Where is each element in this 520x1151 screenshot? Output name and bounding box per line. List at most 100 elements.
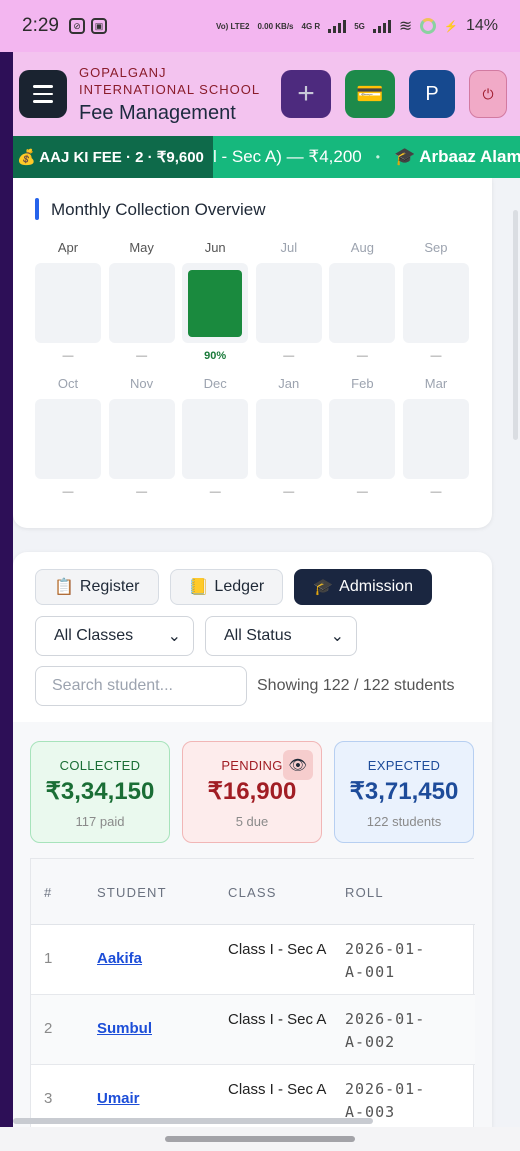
status-bar: 2:29 ⊘ ▣ Vo) LTE2 0.00 KB/s 4G R 5G ≋ ⚡ …	[0, 0, 520, 52]
tab-ledger[interactable]: 📒 Ledger	[169, 569, 284, 605]
month-aug[interactable]: Aug —	[329, 237, 396, 364]
ticker-track: l - Sec A) — ₹4,200 • 🎓 Arbaaz Alam (	[213, 136, 520, 178]
class-filter-value: All Classes	[54, 627, 134, 644]
ticker-label: 💰 AAJ KI FEE · 2 · ₹9,600	[13, 136, 213, 178]
chevron-down-icon: ⌄	[167, 628, 181, 645]
collected-stat: COLLECTED ₹3,34,150 117 paid	[30, 741, 170, 843]
stat-value: ₹3,34,150	[45, 778, 155, 805]
month-feb[interactable]: Feb —	[329, 373, 396, 500]
class-filter-select[interactable]: All Classes ⌄	[35, 616, 194, 656]
menu-icon-line	[33, 92, 53, 96]
side-drawer-edge	[0, 52, 13, 1127]
eye-icon[interactable]: 👁	[283, 750, 313, 780]
stat-value: ₹16,900	[207, 778, 297, 805]
status-time: 2:29	[22, 15, 59, 36]
month-dec[interactable]: Dec —	[182, 373, 249, 500]
ring-icon	[420, 18, 437, 34]
vertical-scrollbar[interactable]	[513, 210, 518, 440]
page-title: Fee Management	[79, 101, 236, 124]
month-percent: —	[209, 486, 221, 498]
month-percent: —	[356, 350, 368, 362]
month-may[interactable]: May —	[108, 237, 175, 364]
row-number: 2	[44, 1020, 53, 1037]
school-name: GOPALGANJ INTERNATIONAL SCHOOL	[79, 64, 261, 97]
stat-label: PENDING	[221, 758, 283, 773]
month-nov[interactable]: Nov —	[108, 373, 175, 500]
tab-label: Ledger	[214, 578, 265, 595]
logout-button[interactable]: ⏻	[469, 70, 507, 118]
chevron-down-icon: ⌄	[330, 628, 344, 645]
month-jun[interactable]: Jun 90%	[182, 237, 249, 364]
brand: GOPALGANJ INTERNATIONAL SCHOOL Fee Manag…	[79, 64, 269, 125]
month-percent: —	[283, 486, 295, 498]
stat-sub: 122 students	[366, 814, 442, 829]
search-placeholder: Search student...	[52, 677, 173, 694]
month-percent: —	[62, 486, 74, 498]
home-gesture-pill[interactable]	[165, 1136, 355, 1142]
stat-value: ₹3,71,450	[349, 778, 459, 805]
tab-label: Admission	[339, 578, 413, 595]
students-table: # STUDENT CLASS ROLL 1 Aakifa Class I - …	[30, 858, 475, 1127]
signal-5g-icon	[372, 19, 391, 33]
credit-card-icon: 💳	[356, 81, 384, 106]
student-name-link[interactable]: Aakifa	[97, 950, 142, 967]
student-roll: 2026-01-A-002	[345, 1010, 426, 1051]
month-label: Feb	[351, 376, 374, 391]
column-header-student[interactable]: STUDENT	[97, 885, 167, 900]
status-filter-value: All Status	[224, 627, 292, 644]
month-mar[interactable]: Mar —	[402, 373, 469, 500]
ticker-separator: •	[375, 150, 380, 164]
battery-percent: 14%	[465, 17, 498, 34]
column-header-roll[interactable]: ROLL	[345, 885, 384, 900]
search-input[interactable]: Search student...	[35, 666, 247, 706]
pending-stat: 👁 PENDING ₹16,900 5 due	[182, 741, 322, 843]
tab-label: Register	[79, 578, 140, 595]
horizontal-scrollbar[interactable]	[13, 1118, 373, 1124]
status-filter-select[interactable]: All Status ⌄	[205, 616, 357, 656]
summary-area: COLLECTED ₹3,34,150 117 paid 👁 PENDING ₹…	[13, 722, 492, 1127]
main-content[interactable]: Monthly Collection Overview Apr — May — Jun 9…	[13, 178, 520, 1127]
month-bar-track	[108, 263, 175, 343]
menu-button[interactable]	[19, 70, 67, 118]
month-bar-track	[402, 263, 469, 343]
profile-button[interactable]: P	[409, 70, 455, 118]
student-name-link[interactable]: Sumbul	[97, 1020, 152, 1037]
fee-card-button[interactable]: 💳	[345, 70, 395, 118]
month-label: Jan	[278, 376, 300, 391]
month-jul[interactable]: Jul —	[255, 237, 322, 364]
tab-register[interactable]: 📋 Register	[35, 569, 159, 605]
menu-icon-line	[33, 85, 53, 88]
add-button[interactable]: +	[281, 70, 331, 118]
row-number: 3	[44, 1090, 53, 1107]
month-apr[interactable]: Apr —	[35, 237, 101, 364]
months-row: Apr — May — Jun 90% Jul — Aug — Sep —	[35, 237, 470, 364]
graduation-cap-icon: 🎓	[313, 579, 334, 596]
column-header-class[interactable]: CLASS	[228, 885, 277, 900]
month-bar-track	[182, 263, 249, 343]
month-percent: —	[136, 486, 148, 498]
student-fee-card: 📋 Register 📒 Ledger 🎓 Admission All Clas…	[13, 552, 492, 1127]
power-icon: ⏻	[482, 85, 494, 102]
student-name-link[interactable]: Umair	[97, 1090, 140, 1107]
month-bar-track	[108, 399, 175, 479]
expected-stat: EXPECTED ₹3,71,450 122 students	[334, 741, 474, 843]
month-jan[interactable]: Jan —	[255, 373, 322, 500]
month-label: Apr	[57, 240, 79, 255]
month-bar-fill	[188, 270, 243, 337]
table-header: # STUDENT CLASS ROLL	[31, 859, 475, 925]
menu-icon-line	[33, 100, 53, 103]
row-number: 1	[44, 950, 53, 967]
month-bar-track	[255, 263, 322, 343]
ticker-item: 🎓 Arbaaz Alam (	[393, 147, 520, 166]
stat-label: COLLECTED	[59, 758, 141, 773]
month-oct[interactable]: Oct —	[35, 373, 101, 500]
tab-admission[interactable]: 🎓 Admission	[294, 569, 432, 605]
view-tabs: 📋 Register 📒 Ledger 🎓 Admission	[35, 569, 432, 605]
filter-row: All Classes ⌄ All Status ⌄	[35, 616, 357, 656]
ticker-item: l - Sec A) — ₹4,200	[213, 147, 362, 166]
month-percent: —	[430, 486, 442, 498]
month-percent: —	[356, 486, 368, 498]
month-sep[interactable]: Sep —	[402, 237, 469, 364]
profile-initial: P	[425, 82, 439, 105]
table-row: 2 Sumbul Class I - Sec A 2026-01-A-002	[31, 995, 475, 1065]
